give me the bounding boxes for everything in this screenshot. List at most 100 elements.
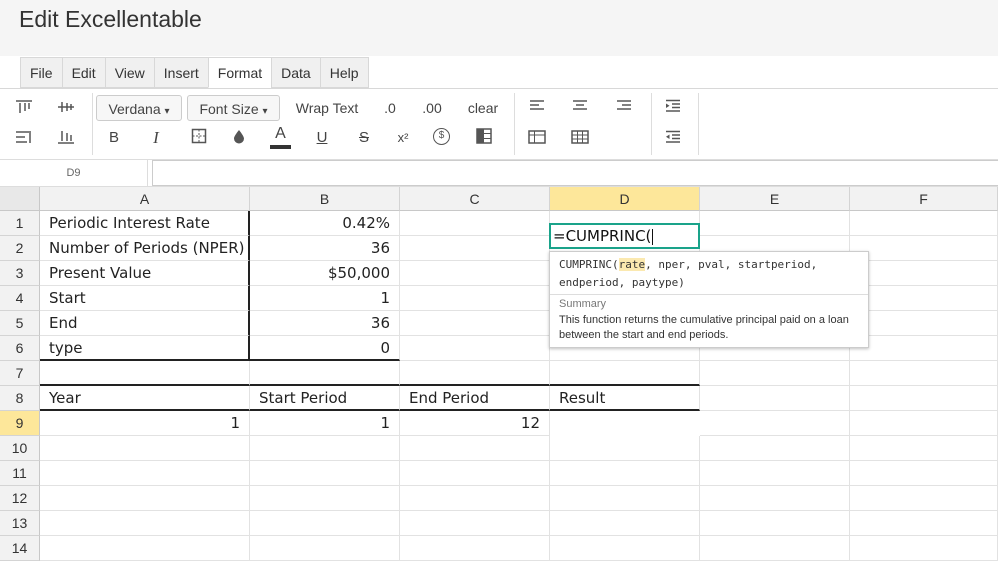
align-top-icon[interactable]: [14, 99, 34, 119]
cell-b13[interactable]: [250, 511, 400, 536]
cell-f10[interactable]: [850, 436, 998, 461]
cell-e9[interactable]: [700, 411, 850, 436]
font-family-select[interactable]: Verdana ▾: [96, 95, 182, 121]
italic-button[interactable]: I: [146, 125, 166, 151]
cell-a1[interactable]: Periodic Interest Rate: [40, 211, 250, 236]
column-header-d[interactable]: D: [550, 187, 700, 211]
grid-icon[interactable]: [570, 129, 590, 149]
font-color-button[interactable]: A: [270, 123, 291, 149]
font-size-select[interactable]: Font Size ▾: [187, 95, 280, 121]
cell-e10[interactable]: [700, 436, 850, 461]
cell-f14[interactable]: [850, 536, 998, 561]
menu-file[interactable]: File: [20, 57, 62, 88]
align-bottom-icon[interactable]: [56, 129, 76, 149]
merge-cells-icon[interactable]: [474, 128, 494, 148]
cell-e7[interactable]: [700, 361, 850, 386]
cell-b2[interactable]: 36: [250, 236, 400, 261]
cell-d14[interactable]: [550, 536, 700, 561]
row-header-4[interactable]: 4: [0, 286, 40, 311]
cell-b1[interactable]: 0.42%: [250, 211, 400, 236]
cell-c11[interactable]: [400, 461, 550, 486]
cell-f2[interactable]: [850, 236, 998, 261]
cell-f8[interactable]: [850, 386, 998, 411]
row-header-3[interactable]: 3: [0, 261, 40, 286]
superscript-button[interactable]: x²: [392, 125, 414, 151]
cell-a9[interactable]: 1: [40, 411, 250, 436]
cell-c12[interactable]: [400, 486, 550, 511]
row-header-9[interactable]: 9: [0, 411, 40, 436]
cell-a7[interactable]: [40, 361, 250, 386]
clear-button[interactable]: clear: [462, 95, 504, 121]
cell-a12[interactable]: [40, 486, 250, 511]
cell-d8[interactable]: Result: [550, 386, 700, 411]
cell-a10[interactable]: [40, 436, 250, 461]
cell-a2[interactable]: Number of Periods (NPER): [40, 236, 250, 261]
row-header-13[interactable]: 13: [0, 511, 40, 536]
border-icon[interactable]: [189, 128, 209, 148]
fill-color-icon[interactable]: [229, 128, 249, 148]
cell-f4[interactable]: [850, 286, 998, 311]
cell-f6[interactable]: [850, 336, 998, 361]
cell-e1[interactable]: [700, 211, 850, 236]
cell-f1[interactable]: [850, 211, 998, 236]
cell-c9[interactable]: 12: [400, 411, 550, 436]
formula-input[interactable]: [152, 160, 998, 186]
cell-a13[interactable]: [40, 511, 250, 536]
cell-e11[interactable]: [700, 461, 850, 486]
cell-c5[interactable]: [400, 311, 550, 336]
cell-b10[interactable]: [250, 436, 400, 461]
cell-e8[interactable]: [700, 386, 850, 411]
bold-button[interactable]: B: [104, 125, 124, 151]
row-header-7[interactable]: 7: [0, 361, 40, 386]
row-header-1[interactable]: 1: [0, 211, 40, 236]
select-all-corner[interactable]: [0, 187, 40, 211]
row-header-11[interactable]: 11: [0, 461, 40, 486]
cell-a5[interactable]: End: [40, 311, 250, 336]
decrease-decimal-button[interactable]: .0: [376, 95, 404, 121]
menu-edit[interactable]: Edit: [61, 57, 105, 88]
indent-decrease-icon[interactable]: [663, 129, 683, 149]
menu-insert[interactable]: Insert: [153, 57, 208, 88]
active-cell-editor[interactable]: =CUMPRINC(: [549, 223, 700, 249]
cell-a6[interactable]: type: [40, 336, 250, 361]
cell-c4[interactable]: [400, 286, 550, 311]
column-header-f[interactable]: F: [850, 187, 998, 211]
cell-f13[interactable]: [850, 511, 998, 536]
cell-d13[interactable]: [550, 511, 700, 536]
strikethrough-button[interactable]: S: [354, 125, 374, 151]
cell-c2[interactable]: [400, 236, 550, 261]
cell-e14[interactable]: [700, 536, 850, 561]
cell-c13[interactable]: [400, 511, 550, 536]
cell-b6[interactable]: 0: [250, 336, 400, 361]
cell-d7[interactable]: [550, 361, 700, 386]
cell-f12[interactable]: [850, 486, 998, 511]
cell-reference-box[interactable]: D9: [0, 160, 148, 186]
cell-c8[interactable]: End Period: [400, 386, 550, 411]
align-left-icon[interactable]: [527, 98, 547, 118]
cell-d11[interactable]: [550, 461, 700, 486]
cell-b3[interactable]: $50,000: [250, 261, 400, 286]
indent-increase-icon[interactable]: [663, 98, 683, 118]
align-center-icon[interactable]: [570, 98, 590, 118]
cell-f9[interactable]: [850, 411, 998, 436]
row-header-14[interactable]: 14: [0, 536, 40, 561]
cell-c6[interactable]: [400, 336, 550, 361]
row-header-6[interactable]: 6: [0, 336, 40, 361]
cell-f7[interactable]: [850, 361, 998, 386]
cell-b9[interactable]: 1: [250, 411, 400, 436]
row-header-12[interactable]: 12: [0, 486, 40, 511]
column-header-c[interactable]: C: [400, 187, 550, 211]
increase-decimal-button[interactable]: .00: [416, 95, 448, 121]
cell-f11[interactable]: [850, 461, 998, 486]
cell-c10[interactable]: [400, 436, 550, 461]
cell-c14[interactable]: [400, 536, 550, 561]
cell-d10[interactable]: [550, 436, 700, 461]
cell-b5[interactable]: 36: [250, 311, 400, 336]
cell-f3[interactable]: [850, 261, 998, 286]
cell-c3[interactable]: [400, 261, 550, 286]
menu-format[interactable]: Format: [207, 57, 272, 88]
cell-a4[interactable]: Start: [40, 286, 250, 311]
cell-b12[interactable]: [250, 486, 400, 511]
cell-b4[interactable]: 1: [250, 286, 400, 311]
column-header-b[interactable]: B: [250, 187, 400, 211]
